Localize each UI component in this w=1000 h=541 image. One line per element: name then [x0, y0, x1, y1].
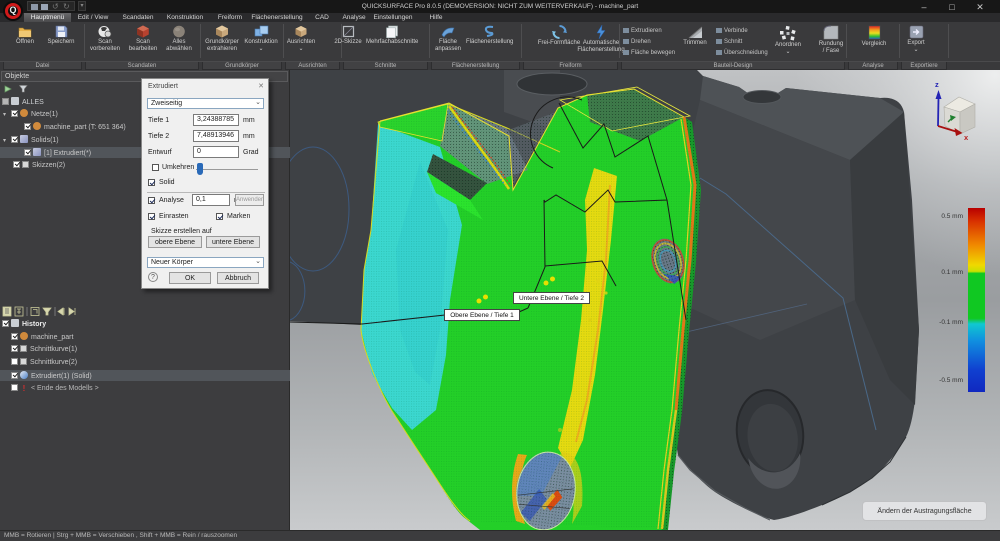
svg-text:-0.1 mm: -0.1 mm — [939, 319, 963, 326]
svg-text:z: z — [935, 80, 939, 89]
svg-text:0.5 mm: 0.5 mm — [941, 213, 963, 220]
svg-text:-0.5 mm: -0.5 mm — [939, 377, 963, 384]
svg-text:0.1 mm: 0.1 mm — [941, 269, 963, 276]
